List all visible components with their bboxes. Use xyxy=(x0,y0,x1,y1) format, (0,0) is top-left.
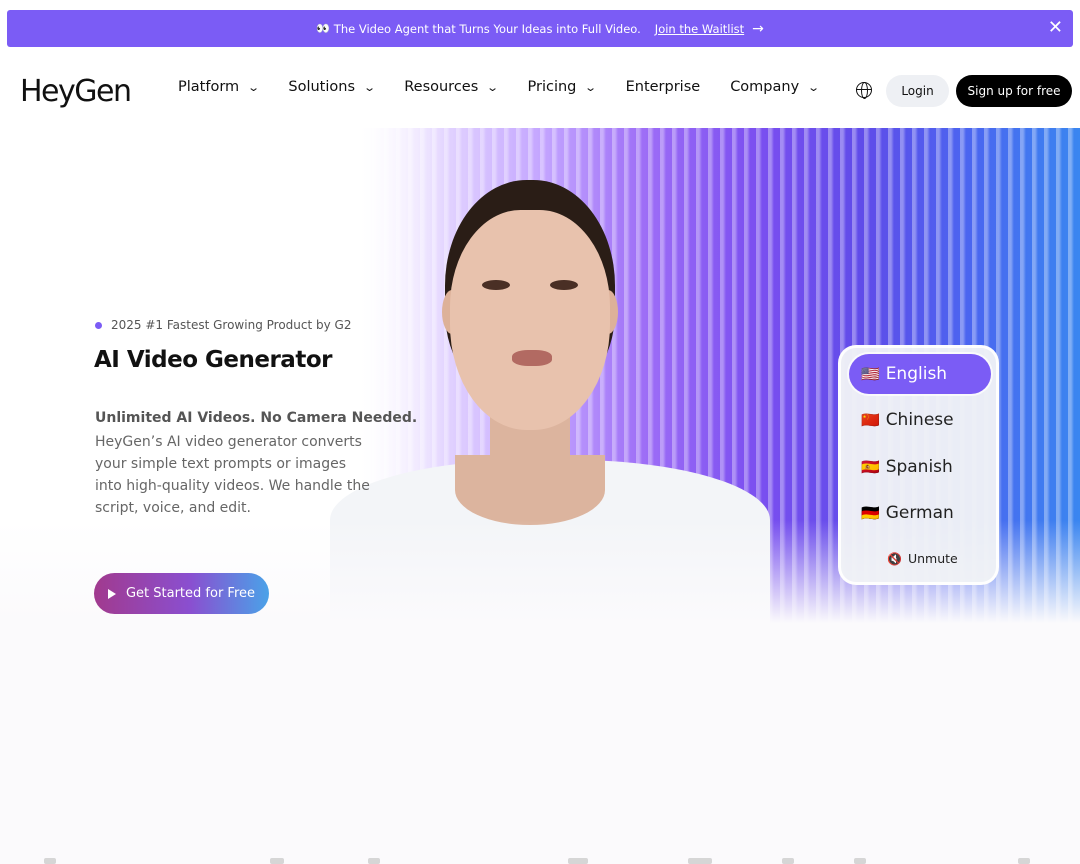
avatar-mouth xyxy=(512,350,552,366)
avatar-eye xyxy=(550,280,578,290)
spain-flag-icon: 🇪🇸 xyxy=(861,458,880,476)
main-nav: Platform ⌄ Solutions ⌄ Resources ⌄ Prici… xyxy=(178,79,848,95)
join-waitlist-link[interactable]: Join the Waitlist xyxy=(655,22,744,36)
nav-label: Platform xyxy=(178,79,240,95)
us-flag-icon: 🇺🇸 xyxy=(861,365,880,383)
unmute-label: Unmute xyxy=(907,551,958,566)
chevron-down-icon: ⌄ xyxy=(363,80,377,94)
partner-logo xyxy=(1018,858,1030,864)
close-banner-button[interactable]: ✕ xyxy=(1048,18,1063,38)
announcement-banner: 👀 The Video Agent that Turns Your Ideas … xyxy=(7,10,1073,47)
login-button[interactable]: Login xyxy=(886,75,949,107)
signup-button[interactable]: Sign up for free xyxy=(956,75,1072,107)
language-option-chinese[interactable]: 🇨🇳 Chinese xyxy=(849,400,991,440)
dot-icon xyxy=(95,321,102,329)
get-started-button[interactable]: Get Started for Free xyxy=(94,573,269,614)
language-label: Chinese xyxy=(885,410,954,430)
avatar-neckline xyxy=(455,455,605,525)
partner-logo xyxy=(854,858,866,864)
nav-solutions[interactable]: Solutions ⌄ xyxy=(288,79,377,95)
partner-logo xyxy=(782,858,794,864)
chevron-down-icon: ⌄ xyxy=(807,80,821,94)
hero-description: HeyGen’s AI video generator converts you… xyxy=(95,434,370,516)
unmute-button[interactable]: 🔇 Unmute xyxy=(887,551,958,566)
g2-badge: 2025 #1 Fastest Growing Product by G2 xyxy=(95,318,351,332)
site-header: HeyGen Platform ⌄ Solutions ⌄ Resources … xyxy=(0,57,1080,125)
play-icon xyxy=(107,588,116,599)
heygen-logo[interactable]: HeyGen xyxy=(20,73,132,109)
cta-label: Get Started for Free xyxy=(125,586,256,601)
language-label: Spanish xyxy=(885,457,953,477)
arrow-right-icon[interactable]: → xyxy=(752,21,764,37)
nav-label: Enterprise xyxy=(625,79,701,95)
eyes-icon: 👀 xyxy=(316,22,330,35)
language-label: German xyxy=(885,503,954,523)
chevron-down-icon: ⌄ xyxy=(584,80,598,94)
nav-pricing[interactable]: Pricing ⌄ xyxy=(527,79,598,95)
hero-subhead: Unlimited AI Videos. No Camera Needed. xyxy=(95,410,418,426)
nav-label: Pricing xyxy=(527,79,577,95)
chevron-down-icon: ⌄ xyxy=(486,80,500,94)
logo-wordmark: HeyGen xyxy=(20,73,132,109)
banner-text: The Video Agent that Turns Your Ideas in… xyxy=(333,21,641,36)
partner-logo xyxy=(688,858,712,864)
nav-company[interactable]: Company ⌄ xyxy=(730,79,821,95)
germany-flag-icon: 🇩🇪 xyxy=(861,504,880,522)
nav-label: Solutions xyxy=(288,79,355,95)
language-selector: 🇺🇸 English 🇨🇳 Chinese 🇪🇸 Spanish 🇩🇪 Germ… xyxy=(838,345,999,585)
china-flag-icon: 🇨🇳 xyxy=(861,411,880,429)
badge-text: 2025 #1 Fastest Growing Product by G2 xyxy=(111,318,352,332)
partner-logo xyxy=(44,858,56,864)
language-option-english[interactable]: 🇺🇸 English xyxy=(849,354,991,394)
avatar-face xyxy=(450,210,610,430)
chevron-down-icon: ⌄ xyxy=(247,80,261,94)
nav-enterprise[interactable]: Enterprise xyxy=(626,79,701,95)
nav-resources[interactable]: Resources ⌄ xyxy=(404,79,500,95)
partner-logo xyxy=(270,858,284,864)
page-title: AI Video Generator xyxy=(94,347,332,373)
language-label: English xyxy=(885,364,948,384)
partner-logo xyxy=(368,858,380,864)
nav-label: Company xyxy=(730,79,800,95)
avatar-eye xyxy=(482,280,510,290)
nav-label: Resources xyxy=(404,79,479,95)
partner-logos xyxy=(0,856,1080,864)
nav-platform[interactable]: Platform ⌄ xyxy=(178,79,261,95)
speaker-muted-icon: 🔇 xyxy=(887,551,902,566)
partner-logo xyxy=(568,858,588,864)
globe-icon[interactable] xyxy=(856,82,872,99)
language-option-spanish[interactable]: 🇪🇸 Spanish xyxy=(849,447,991,487)
language-option-german[interactable]: 🇩🇪 German xyxy=(849,493,991,533)
